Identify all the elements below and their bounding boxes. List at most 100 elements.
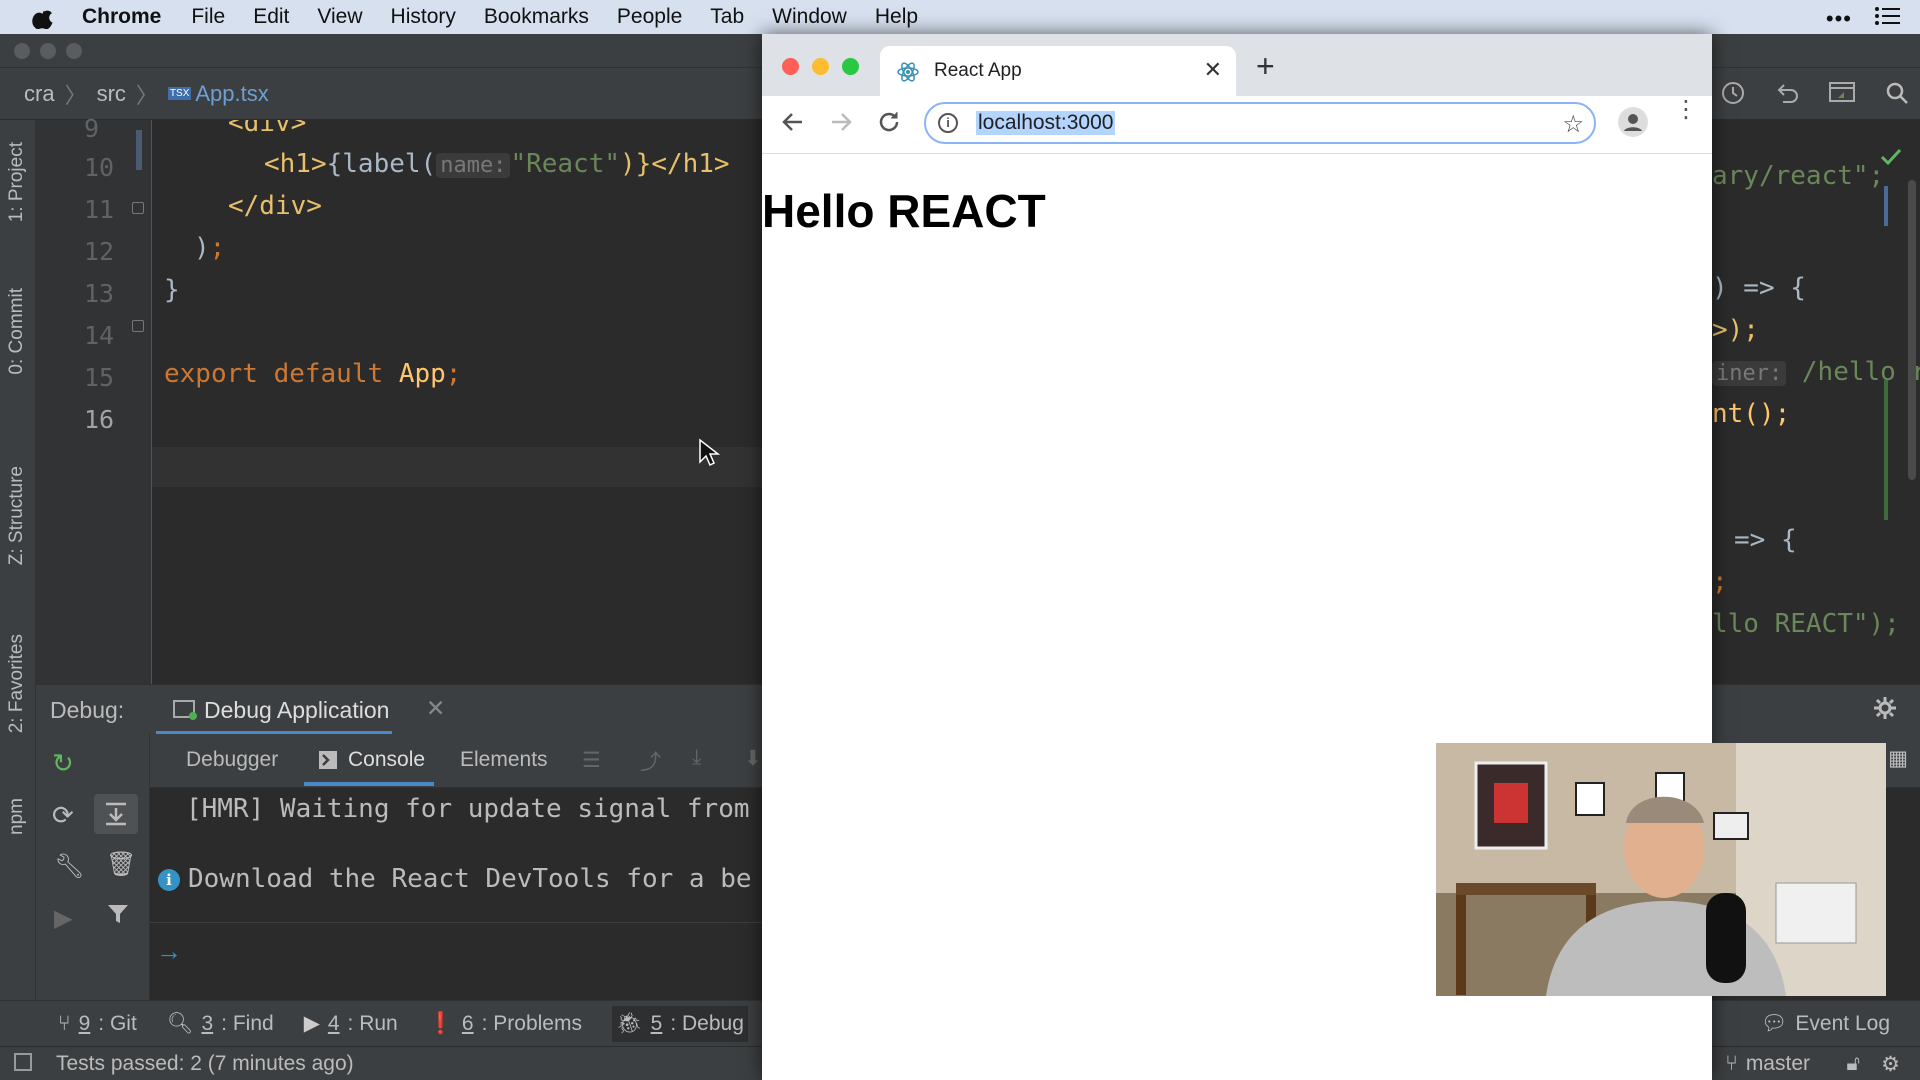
menu-view[interactable]: View — [317, 5, 362, 29]
check-icon — [1880, 148, 1902, 171]
menu-icon[interactable]: ☰ — [582, 748, 601, 773]
minimize-window-button[interactable] — [40, 43, 56, 59]
star-icon[interactable]: ☆ — [1562, 110, 1584, 139]
menu-history[interactable]: History — [391, 5, 456, 29]
code-token: >); — [1712, 315, 1759, 345]
step-into-icon[interactable]: ⤓ — [692, 746, 701, 770]
scroll-to-end-button[interactable] — [94, 794, 138, 834]
resume-icon[interactable]: ▶ — [54, 904, 72, 933]
info-icon[interactable]: i — [938, 113, 958, 133]
debug-config-tab[interactable]: Debug Application — [204, 697, 389, 724]
breadcrumb-folder[interactable]: src — [97, 81, 126, 107]
force-step-into-icon[interactable]: ⬇ — [744, 746, 762, 771]
zoom-window-button[interactable] — [842, 58, 859, 75]
tool-event-log[interactable]: 💬︎ Event Log — [1761, 1012, 1890, 1036]
tab-project[interactable]: 1: Project — [6, 142, 28, 222]
step-over-icon[interactable]: ⤴ — [640, 746, 661, 776]
list-icon[interactable] — [1874, 6, 1900, 32]
address-bar[interactable]: i localhost:3000 ☆ — [924, 102, 1596, 144]
minimize-window-button[interactable] — [812, 58, 829, 75]
back-icon[interactable] — [780, 109, 806, 140]
code-token: App — [398, 359, 446, 389]
code-editor[interactable]: <div> <h1>{label(name: "React")}</h1> </d… — [152, 120, 762, 684]
ide-toolbar-right — [1720, 80, 1910, 111]
tab-npm[interactable]: npm — [6, 798, 28, 835]
gear-icon[interactable] — [1872, 695, 1898, 727]
menu-file[interactable]: File — [191, 5, 225, 29]
history-icon[interactable] — [1720, 80, 1746, 111]
line-number: 14 — [84, 321, 115, 350]
trash-icon[interactable]: 🗑︎ — [106, 850, 136, 879]
close-window-button[interactable] — [14, 43, 30, 59]
presentation-icon[interactable] — [1828, 80, 1856, 111]
tab-debugger[interactable]: Debugger — [186, 748, 278, 772]
profile-avatar-icon[interactable] — [1618, 107, 1648, 137]
reload-icon[interactable] — [876, 109, 902, 140]
menu-people[interactable]: People — [617, 5, 682, 29]
code-token: ; — [445, 359, 462, 389]
filter-icon[interactable] — [106, 902, 130, 931]
left-tool-strip: 1: Project 0: Commit Z: Structure 2: Fav… — [0, 120, 36, 1010]
fold-marker-icon[interactable] — [132, 320, 144, 332]
debug-config-icon — [172, 697, 198, 727]
breadcrumb-file[interactable]: App.tsx — [195, 81, 268, 107]
rerun-icon[interactable]: ↻ — [52, 748, 74, 779]
layout-icon[interactable]: ▦ — [1888, 746, 1908, 771]
wrench-icon[interactable]: 🔧︎ — [54, 852, 84, 881]
close-tab-icon[interactable]: ✕ — [1204, 57, 1222, 83]
tool-git[interactable]: ⑂ 9: Git — [58, 1012, 137, 1036]
inspector-icon[interactable]: ⚙ — [1881, 1052, 1900, 1077]
browser-tab[interactable]: React App ✕ — [880, 46, 1236, 96]
console-output[interactable]: [HMR] Waiting for update signal from i D… — [150, 788, 770, 1034]
new-tab-button[interactable]: + — [1256, 48, 1275, 85]
more-dots-icon[interactable]: ••• — [1826, 6, 1852, 32]
code-token: )}</h1> — [620, 149, 730, 179]
breadcrumb-project[interactable]: cra — [24, 81, 55, 107]
code-token: </div> — [228, 191, 322, 221]
menu-app-name[interactable]: Chrome — [82, 5, 161, 29]
line-number-gutter: 9 10 11 12 13 14 15 16 — [36, 114, 152, 684]
menu-tab[interactable]: Tab — [710, 5, 744, 29]
tool-run[interactable]: ▶ 4: Run — [304, 1011, 398, 1036]
tool-find[interactable]: 🔍︎ 3: Find — [167, 1012, 274, 1036]
menu-bookmarks[interactable]: Bookmarks — [484, 5, 589, 29]
code-token: ; — [1712, 567, 1728, 597]
tab-structure[interactable]: Z: Structure — [6, 466, 28, 565]
line-number: 11 — [84, 195, 115, 224]
tab-elements[interactable]: Elements — [460, 748, 548, 772]
tab-commit[interactable]: 0: Commit — [6, 288, 28, 375]
mouse-cursor-icon — [698, 438, 721, 473]
menu-window[interactable]: Window — [772, 5, 847, 29]
panel-toggle-icon[interactable] — [14, 1053, 32, 1071]
apple-icon[interactable] — [30, 4, 56, 30]
tab-console[interactable]: Console — [348, 748, 425, 772]
code-token: {label( — [326, 149, 437, 179]
console-icon — [318, 750, 338, 776]
divider — [150, 922, 770, 923]
url-text[interactable]: localhost:3000 — [976, 111, 1116, 135]
code-editor-right[interactable]: ary/react"; ) => { >); iner: /hello re n… — [1712, 120, 1920, 684]
console-prompt[interactable]: → — [156, 936, 182, 967]
menu-help[interactable]: Help — [875, 5, 918, 29]
fold-marker-icon[interactable] — [132, 202, 144, 214]
lock-icon[interactable]: 🔓︎ — [1846, 1052, 1860, 1076]
refresh-icon[interactable]: ⟳ — [52, 800, 74, 831]
search-icon[interactable] — [1884, 80, 1910, 111]
kebab-menu-icon[interactable]: ⋮ — [1674, 98, 1698, 122]
git-branch-widget[interactable]: ⑂ master — [1725, 1052, 1810, 1076]
page-heading: Hello REACT — [762, 185, 1046, 237]
debug-side-toolbar: ↻ ⟳ 🔧︎ ▶ 🗑︎ — [36, 734, 150, 1034]
close-tab-icon[interactable]: ✕ — [426, 695, 445, 722]
tab-favorites[interactable]: 2: Favorites — [6, 634, 28, 733]
tool-problems[interactable]: ❗ 6: Problems — [428, 1012, 582, 1036]
current-line-highlight — [152, 447, 762, 487]
forward-icon[interactable] — [828, 109, 854, 140]
webcam-overlay — [1436, 743, 1886, 996]
menu-edit[interactable]: Edit — [253, 5, 289, 29]
vertical-scrollbar[interactable] — [1908, 180, 1916, 480]
event-log-icon: 💬︎ — [1760, 1011, 1788, 1035]
close-window-button[interactable] — [782, 58, 799, 75]
zoom-window-button[interactable] — [66, 43, 82, 59]
tool-debug[interactable]: 🐞︎ 5: Debug — [611, 1005, 748, 1042]
revert-icon[interactable] — [1774, 80, 1800, 111]
